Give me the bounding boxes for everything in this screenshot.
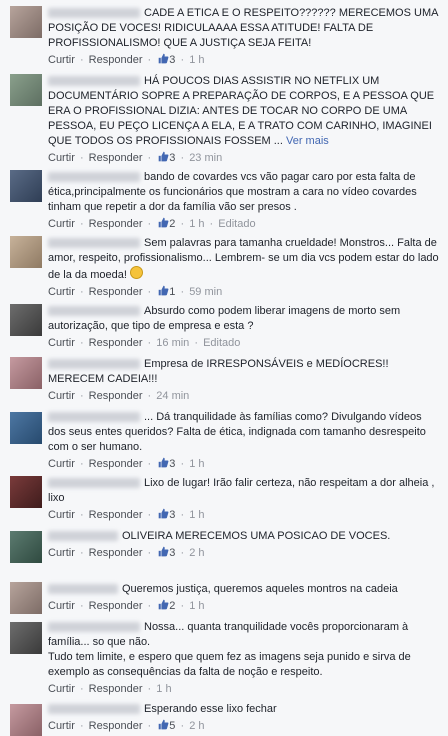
comment-actions: Curtir · Responder · 1 h [48,683,172,695]
comment-actions: Curtir · Responder · 5 · 2 h [48,719,205,732]
avatar[interactable] [10,357,42,389]
smile-emoji-icon [129,266,143,279]
comment-actions: Curtir · Responder · 1 · 59 min [48,285,223,298]
avatar[interactable] [10,74,42,106]
timestamp[interactable]: 1 h [156,683,171,695]
comment-actions: Curtir · Responder · 24 min [48,390,190,402]
commenter-name[interactable] [48,306,140,317]
commenter-name[interactable] [48,531,118,542]
comment-text: Queremos justiça, queremos aqueles montr… [122,583,398,595]
timestamp[interactable]: 1 h [189,218,204,230]
reply-link[interactable]: Responder [89,458,143,470]
like-link[interactable]: Curtir [48,720,75,732]
avatar[interactable] [10,531,42,563]
reply-link[interactable]: Responder [89,218,143,230]
comment-actions: Curtir · Responder · 2 · 1 h [48,599,205,612]
like-link[interactable]: Curtir [48,547,75,559]
commenter-name[interactable] [48,359,140,370]
avatar[interactable] [10,412,42,444]
like-link[interactable]: Curtir [48,337,75,349]
like-link[interactable]: Curtir [48,509,75,521]
comment-actions: Curtir · Responder · 3 · 1 h [48,53,205,66]
commenter-name[interactable] [48,704,140,715]
reply-link[interactable]: Responder [89,337,143,349]
reply-link[interactable]: Responder [89,286,143,298]
timestamp[interactable]: 2 h [189,547,204,559]
thumbs-up-icon[interactable] [158,457,169,468]
like-link[interactable]: Curtir [48,54,75,66]
comment-actions: Curtir · Responder · 2 · 1 h · Editado [48,217,256,230]
like-link[interactable]: Curtir [48,458,75,470]
comment-actions: Curtir · Responder · 3 · 2 h [48,546,205,559]
comment-actions: Curtir · Responder · 3 · 1 h [48,508,205,521]
like-count[interactable]: 3 [169,458,175,470]
avatar[interactable] [10,304,42,336]
timestamp[interactable]: 1 h [189,54,204,66]
timestamp[interactable]: 23 min [189,152,222,164]
reply-link[interactable]: Responder [89,152,143,164]
timestamp[interactable]: 1 h [189,600,204,612]
like-link[interactable]: Curtir [48,218,75,230]
edited-label[interactable]: Editado [203,337,240,349]
avatar[interactable] [10,476,42,508]
thumbs-up-icon[interactable] [158,508,169,519]
commenter-name[interactable] [48,412,140,423]
commenter-name[interactable] [48,238,140,249]
timestamp[interactable]: 24 min [156,390,189,402]
thumbs-up-icon[interactable] [158,599,169,610]
thumbs-up-icon[interactable] [158,719,169,730]
comment-actions: Curtir · Responder · 3 · 1 h [48,457,205,470]
commenter-name[interactable] [48,622,140,633]
thumbs-up-icon[interactable] [158,151,169,162]
reply-link[interactable]: Responder [89,600,143,612]
like-count[interactable]: 3 [169,509,175,521]
commenter-name[interactable] [48,76,140,87]
comment-text: Esperando esse lixo fechar [144,703,277,715]
timestamp[interactable]: 59 min [189,286,222,298]
like-link[interactable]: Curtir [48,152,75,164]
like-link[interactable]: Curtir [48,600,75,612]
reply-link[interactable]: Responder [89,390,143,402]
like-count[interactable]: 3 [169,547,175,559]
timestamp[interactable]: 1 h [189,509,204,521]
commenter-name[interactable] [48,584,118,595]
timestamp[interactable]: 16 min [156,337,189,349]
avatar[interactable] [10,170,42,202]
commenter-name[interactable] [48,8,140,19]
like-link[interactable]: Curtir [48,286,75,298]
thumbs-up-icon[interactable] [158,217,169,228]
comment-text: OLIVEIRA MERECEMOS UMA POSICAO DE VOCES. [122,530,391,542]
reply-link[interactable]: Responder [89,683,143,695]
reply-link[interactable]: Responder [89,509,143,521]
commenter-name[interactable] [48,172,140,183]
avatar[interactable] [10,236,42,268]
comment-actions: Curtir · Responder · 16 min · Editado [48,337,241,349]
reply-link[interactable]: Responder [89,720,143,732]
avatar[interactable] [10,704,42,736]
edited-label[interactable]: Editado [218,218,255,230]
commenter-name[interactable] [48,478,140,489]
like-count[interactable]: 3 [169,152,175,164]
comment-actions: Curtir · Responder · 3 · 23 min [48,151,223,164]
reply-link[interactable]: Responder [89,547,143,559]
thumbs-up-icon[interactable] [158,546,169,557]
timestamp[interactable]: 1 h [189,458,204,470]
like-count[interactable]: 3 [169,54,175,66]
timestamp[interactable]: 2 h [189,720,204,732]
like-count[interactable]: 2 [169,218,175,230]
like-count[interactable]: 2 [169,600,175,612]
thumbs-up-icon[interactable] [158,53,169,64]
avatar[interactable] [10,6,42,38]
thumbs-up-icon[interactable] [158,285,169,296]
avatar[interactable] [10,582,42,614]
avatar[interactable] [10,622,42,654]
like-link[interactable]: Curtir [48,390,75,402]
like-count[interactable]: 1 [169,286,175,298]
like-link[interactable]: Curtir [48,683,75,695]
like-count[interactable]: 5 [169,720,175,732]
see-more-link[interactable]: Ver mais [286,135,329,147]
reply-link[interactable]: Responder [89,54,143,66]
